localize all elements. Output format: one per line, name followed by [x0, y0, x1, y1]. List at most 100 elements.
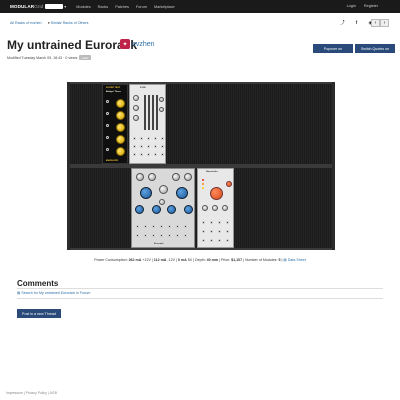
jack[interactable]	[218, 230, 221, 233]
forum-search-link[interactable]: ▤ Search for My untrained Eurorack in Fo…	[17, 291, 90, 295]
jack[interactable]	[160, 234, 163, 237]
jack[interactable]	[161, 153, 164, 156]
jack[interactable]	[140, 145, 143, 148]
jack[interactable]	[202, 239, 205, 242]
knob[interactable]	[167, 205, 176, 214]
jack[interactable]	[147, 153, 150, 156]
knob[interactable]	[184, 205, 193, 214]
knob[interactable]	[116, 147, 125, 156]
knob[interactable]	[159, 107, 164, 112]
jack[interactable]	[154, 137, 157, 140]
jack[interactable]	[133, 153, 136, 156]
knob[interactable]	[210, 187, 223, 200]
next-arrow-icon[interactable]: ›	[380, 19, 389, 27]
jack[interactable]	[140, 137, 143, 140]
jack[interactable]	[218, 221, 221, 224]
jack[interactable]	[147, 137, 150, 140]
site-logo[interactable]: MODULARGrid	[10, 4, 43, 9]
knob[interactable]	[133, 95, 139, 101]
nav-item-modules[interactable]: Modules	[76, 5, 90, 9]
search-input[interactable]	[45, 4, 64, 9]
knob[interactable]	[133, 105, 139, 111]
jack[interactable]	[202, 221, 205, 224]
module-wavefolder[interactable]: Wavefolder	[197, 168, 234, 248]
jack[interactable]	[161, 145, 164, 148]
knob[interactable]	[148, 173, 156, 181]
user-avatar[interactable]: ✦	[120, 39, 130, 49]
jack[interactable]	[218, 239, 221, 242]
jack[interactable]	[140, 153, 143, 156]
popover-button[interactable]: Popover on	[313, 44, 353, 53]
nav-item-patches[interactable]: Patches	[115, 5, 129, 9]
knob[interactable]	[116, 99, 125, 108]
knob[interactable]	[176, 187, 188, 199]
knob[interactable]	[184, 173, 192, 181]
jack[interactable]	[226, 221, 229, 224]
jack[interactable]	[133, 137, 136, 140]
jack[interactable]	[202, 230, 205, 233]
fader[interactable]	[156, 95, 158, 130]
jack[interactable]	[226, 239, 229, 242]
login-link[interactable]: Login	[347, 4, 356, 8]
data-sheet-link[interactable]: ▤ Data Sheet	[283, 258, 305, 262]
nav-item-forum[interactable]: Forum	[136, 5, 147, 9]
jack[interactable]	[106, 100, 109, 103]
knob[interactable]	[116, 111, 125, 120]
jack[interactable]	[136, 225, 139, 228]
jack[interactable]	[168, 225, 171, 228]
knob[interactable]	[159, 199, 165, 205]
jack[interactable]	[144, 225, 147, 228]
nav-item-racks[interactable]: Racks	[98, 5, 109, 9]
jack[interactable]	[168, 234, 171, 237]
knob[interactable]	[212, 205, 218, 211]
agb-link[interactable]: AGB	[50, 391, 57, 395]
jack[interactable]	[106, 112, 109, 115]
jack[interactable]	[136, 234, 139, 237]
prev-arrow-icon[interactable]: ‹	[371, 19, 380, 27]
all-racks-link[interactable]: All Racks of evzhen	[10, 21, 42, 25]
jack[interactable]	[210, 230, 213, 233]
jack[interactable]	[176, 225, 179, 228]
jack[interactable]	[106, 136, 109, 139]
knob[interactable]	[226, 181, 232, 187]
impressum-link[interactable]: Impressum	[6, 391, 23, 395]
jack[interactable]	[154, 153, 157, 156]
fader[interactable]	[144, 95, 146, 130]
jack[interactable]	[154, 145, 157, 148]
module-step-sequencer[interactable]: N-STEP TEST Bridge / Timer ENVELOPE	[102, 84, 128, 164]
knob[interactable]	[159, 97, 164, 102]
knob[interactable]	[140, 187, 152, 199]
nav-item-marketplace[interactable]: Marketplace	[154, 5, 175, 9]
jack[interactable]	[147, 145, 150, 148]
jack[interactable]	[184, 225, 187, 228]
share-icon[interactable]: ⤴	[338, 19, 347, 26]
jack[interactable]	[210, 239, 213, 242]
register-link[interactable]: Register	[364, 4, 378, 8]
jack[interactable]	[144, 234, 147, 237]
jack[interactable]	[184, 234, 187, 237]
knob[interactable]	[116, 135, 125, 144]
jack[interactable]	[106, 148, 109, 151]
jack[interactable]	[133, 145, 136, 148]
jack[interactable]	[210, 221, 213, 224]
privacy-link[interactable]: Privacy Policy	[26, 391, 47, 395]
chevron-down-icon[interactable]: ▾	[64, 4, 66, 9]
knob[interactable]	[152, 205, 161, 214]
jack[interactable]	[226, 230, 229, 233]
fader[interactable]	[148, 95, 150, 130]
switch-quotes-button[interactable]: Switch Quotes on	[355, 44, 395, 53]
knob[interactable]	[222, 205, 228, 211]
author-link[interactable]: evzhen	[132, 41, 155, 48]
facebook-icon[interactable]: f	[352, 19, 361, 26]
knob[interactable]	[135, 205, 144, 214]
knob[interactable]	[202, 205, 208, 211]
fader[interactable]	[152, 95, 154, 130]
knob[interactable]	[116, 123, 125, 132]
jack[interactable]	[176, 234, 179, 237]
jack[interactable]	[161, 137, 164, 140]
knob[interactable]	[172, 173, 180, 181]
knob[interactable]	[133, 115, 139, 121]
similar-racks-link[interactable]: Similar Racks of Others	[51, 21, 89, 25]
module-mixer[interactable]: E-RM	[129, 84, 166, 164]
module-complex-oscillator[interactable]: Eurorack	[131, 168, 195, 248]
